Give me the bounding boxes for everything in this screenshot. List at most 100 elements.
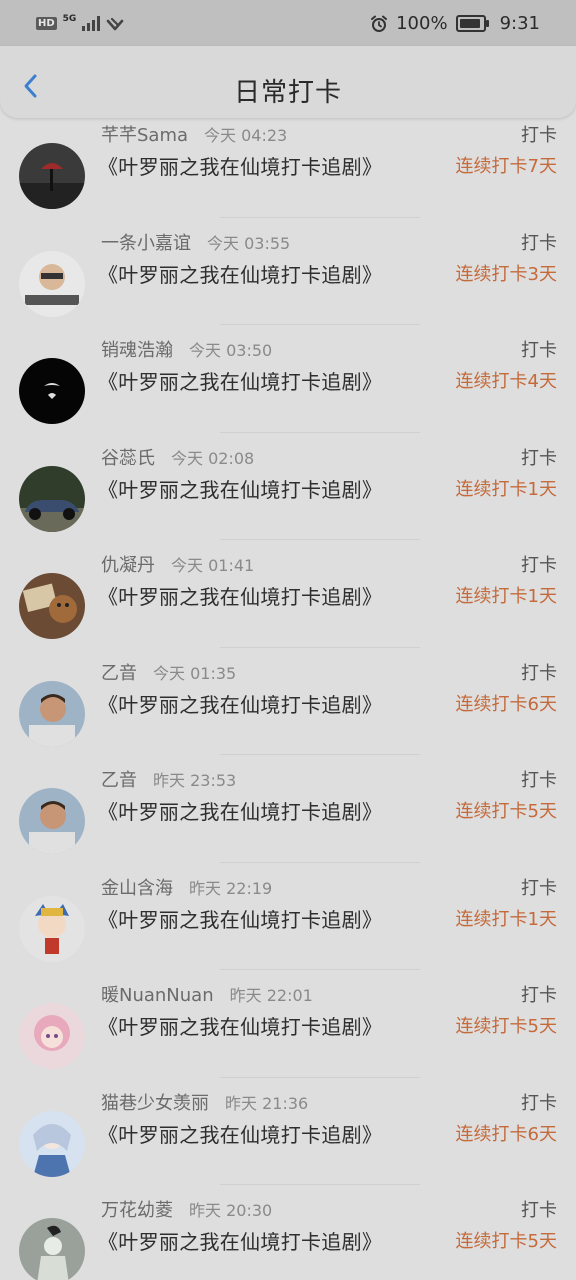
name-line: 芊芊Sama 今天 04:23 — [101, 121, 287, 147]
timestamp: 昨天 22:01 — [229, 986, 313, 1005]
list-item[interactable]: 猫巷少女羡丽 昨天 21:36 打卡 《叶罗丽之我在仙境打卡追剧》 连续打卡6天 — [0, 1078, 576, 1186]
streak-label: 连续打卡6天 — [455, 693, 557, 715]
list-item[interactable]: 仇凝丹 今天 01:41 打卡 《叶罗丽之我在仙境打卡追剧》 连续打卡1天 — [0, 540, 576, 648]
avatar-image — [19, 1003, 85, 1069]
header: 日常打卡 — [0, 46, 576, 118]
checkin-title[interactable]: 《叶罗丽之我在仙境打卡追剧》 — [98, 581, 382, 610]
username[interactable]: 万花幼菱 — [101, 1196, 173, 1222]
list-item[interactable]: 暖NuanNuan 昨天 22:01 打卡 《叶罗丽之我在仙境打卡追剧》 连续打… — [0, 970, 576, 1078]
checkin-title[interactable]: 《叶罗丽之我在仙境打卡追剧》 — [98, 689, 382, 718]
checkin-list[interactable]: 芊芊Sama 今天 04:23 打卡 《叶罗丽之我在仙境打卡追剧》 连续打卡7天… — [0, 110, 576, 1280]
username[interactable]: 金山含海 — [101, 874, 173, 900]
streak-label: 连续打卡5天 — [455, 801, 557, 822]
avatar[interactable] — [19, 1003, 85, 1069]
avatar-image — [19, 1218, 85, 1280]
status-right: 100% 9:31 — [370, 13, 540, 34]
streak-label: 连续打卡1天 — [455, 586, 557, 607]
page-title: 日常打卡 — [233, 78, 342, 108]
list-item[interactable]: 乙音 昨天 23:53 打卡 《叶罗丽之我在仙境打卡追剧》 连续打卡5天 — [0, 755, 576, 863]
name-line: 万花幼菱 昨天 20:30 — [101, 1196, 272, 1222]
streak-label: 连续打卡1天 — [455, 478, 557, 500]
avatar[interactable] — [19, 143, 85, 209]
checkin-title[interactable]: 《叶罗丽之我在仙境打卡追剧》 — [98, 366, 382, 395]
timestamp: 今天 01:35 — [153, 663, 237, 683]
avatar-image — [19, 465, 85, 532]
signal-icon — [82, 15, 101, 31]
checkin-tag: 打卡 — [521, 125, 557, 146]
avatar[interactable] — [19, 895, 85, 962]
avatar-image — [19, 250, 85, 317]
wifi-icon — [107, 17, 124, 31]
avatar-image — [19, 680, 85, 747]
list-item[interactable]: 谷蕊氏 今天 02:08 打卡 《叶罗丽之我在仙境打卡追剧》 连续打卡1天 — [0, 433, 576, 541]
timestamp: 今天 03:50 — [189, 341, 273, 360]
avatar[interactable] — [19, 465, 85, 532]
checkin-title[interactable]: 《叶罗丽之我在仙境打卡追剧》 — [98, 259, 382, 288]
avatar-image — [19, 143, 85, 209]
username[interactable]: 芊芊Sama — [101, 121, 188, 147]
avatar[interactable] — [19, 788, 85, 854]
battery-percent: 100% — [396, 13, 448, 34]
checkin-tag: 打卡 — [521, 1200, 557, 1221]
checkin-tag: 打卡 — [521, 340, 557, 361]
list-item[interactable]: 销魂浩瀚 今天 03:50 打卡 《叶罗丽之我在仙境打卡追剧》 连续打卡4天 — [0, 325, 576, 433]
status-bar: HD 5G 100% 9:31 — [0, 0, 576, 46]
checkin-tag: 打卡 — [521, 662, 557, 684]
username[interactable]: 乙音 — [101, 766, 137, 792]
list-item[interactable]: 一条小嘉谊 今天 03:55 打卡 《叶罗丽之我在仙境打卡追剧》 连续打卡3天 — [0, 218, 576, 326]
checkin-title[interactable]: 《叶罗丽之我在仙境打卡追剧》 — [98, 796, 382, 825]
list-item[interactable]: 乙音 今天 01:35 打卡 《叶罗丽之我在仙境打卡追剧》 连续打卡6天 — [0, 648, 576, 756]
avatar[interactable] — [19, 680, 85, 747]
username[interactable]: 暖NuanNuan — [101, 981, 214, 1007]
username[interactable]: 谷蕊氏 — [101, 444, 155, 470]
avatar[interactable] — [19, 250, 85, 317]
checkin-tag: 打卡 — [521, 877, 557, 899]
timestamp: 昨天 20:30 — [189, 1201, 273, 1220]
checkin-tag: 打卡 — [521, 447, 557, 469]
streak-label: 连续打卡6天 — [455, 1123, 557, 1145]
status-left: HD 5G — [36, 14, 124, 31]
list-item[interactable]: 芊芊Sama 今天 04:23 打卡 《叶罗丽之我在仙境打卡追剧》 连续打卡7天 — [0, 110, 576, 218]
username[interactable]: 猫巷少女羡丽 — [101, 1089, 209, 1115]
name-line: 销魂浩瀚 今天 03:50 — [101, 336, 272, 362]
name-line: 猫巷少女羡丽 昨天 21:36 — [101, 1089, 308, 1115]
username[interactable]: 销魂浩瀚 — [101, 336, 173, 362]
avatar[interactable] — [19, 1218, 85, 1280]
list-item[interactable]: 金山含海 昨天 22:19 打卡 《叶罗丽之我在仙境打卡追剧》 连续打卡1天 — [0, 863, 576, 971]
streak-label: 连续打卡7天 — [455, 156, 557, 177]
checkin-title[interactable]: 《叶罗丽之我在仙境打卡追剧》 — [98, 1011, 382, 1040]
name-line: 金山含海 昨天 22:19 — [101, 874, 272, 900]
avatar[interactable] — [19, 358, 85, 424]
avatar-image — [19, 1110, 85, 1177]
username[interactable]: 一条小嘉谊 — [101, 229, 191, 255]
avatar[interactable] — [19, 573, 85, 639]
timestamp: 今天 03:55 — [207, 233, 291, 253]
list-item[interactable]: 万花幼菱 昨天 20:30 打卡 《叶罗丽之我在仙境打卡追剧》 连续打卡5天 — [0, 1185, 576, 1280]
checkin-title[interactable]: 《叶罗丽之我在仙境打卡追剧》 — [98, 1226, 382, 1255]
checkin-title[interactable]: 《叶罗丽之我在仙境打卡追剧》 — [98, 151, 382, 180]
checkin-tag: 打卡 — [521, 770, 557, 791]
name-line: 暖NuanNuan 昨天 22:01 — [101, 981, 313, 1007]
avatar-image — [19, 788, 85, 854]
streak-label: 连续打卡5天 — [455, 1016, 557, 1037]
timestamp: 今天 02:08 — [171, 448, 255, 468]
timestamp: 昨天 21:36 — [225, 1093, 309, 1113]
alarm-icon — [371, 15, 388, 32]
username[interactable]: 乙音 — [101, 659, 137, 685]
username[interactable]: 仇凝丹 — [101, 551, 155, 577]
checkin-title[interactable]: 《叶罗丽之我在仙境打卡追剧》 — [98, 474, 382, 503]
battery-icon — [455, 15, 489, 32]
avatar-image — [19, 573, 85, 639]
checkin-tag: 打卡 — [521, 1092, 557, 1114]
timestamp: 昨天 22:19 — [189, 878, 273, 898]
name-line: 一条小嘉谊 今天 03:55 — [101, 229, 290, 255]
name-line: 谷蕊氏 今天 02:08 — [101, 444, 254, 470]
streak-label: 连续打卡1天 — [455, 908, 557, 930]
clock: 9:31 — [499, 13, 540, 34]
checkin-tag: 打卡 — [521, 985, 557, 1006]
name-line: 仇凝丹 今天 01:41 — [101, 551, 254, 577]
avatar[interactable] — [19, 1110, 85, 1177]
checkin-title[interactable]: 《叶罗丽之我在仙境打卡追剧》 — [98, 904, 382, 933]
checkin-tag: 打卡 — [521, 232, 557, 254]
checkin-title[interactable]: 《叶罗丽之我在仙境打卡追剧》 — [98, 1119, 382, 1148]
